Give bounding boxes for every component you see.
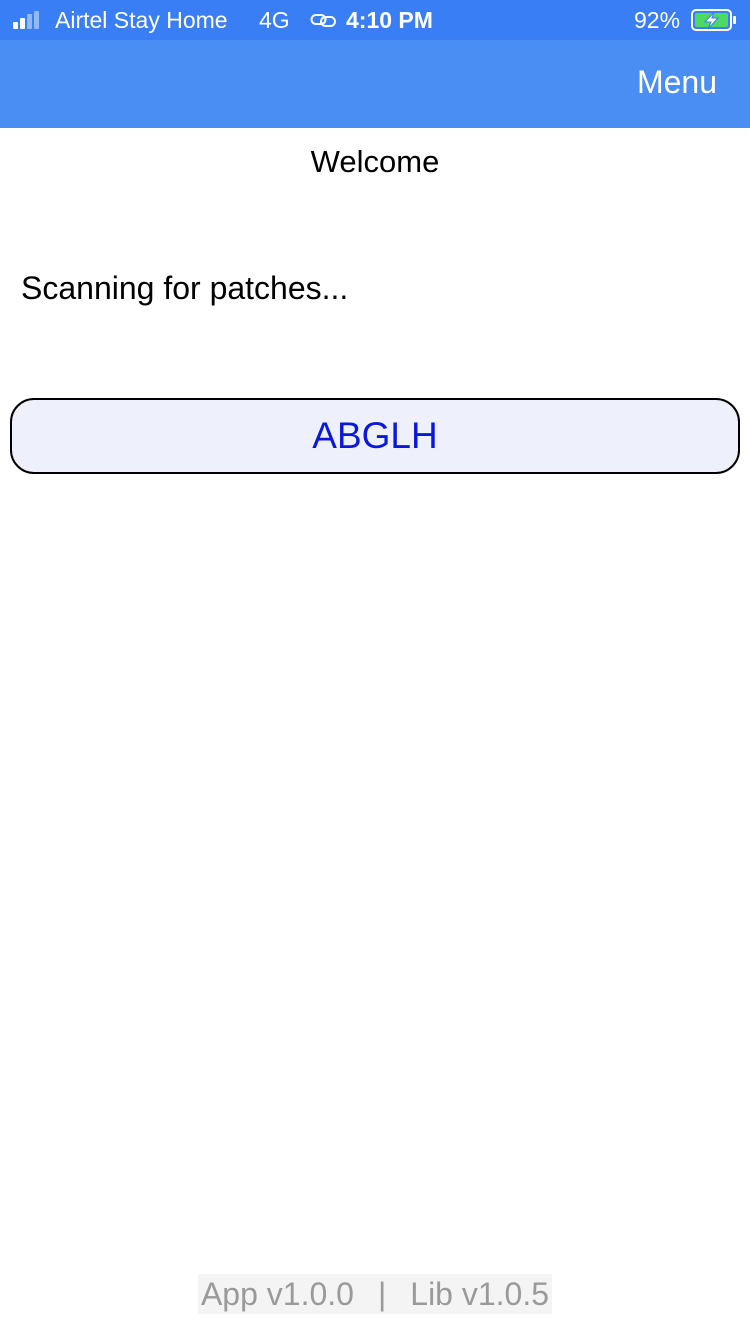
- app-version: App v1.0.0: [200, 1276, 354, 1312]
- device-button-label: ABGLH: [312, 415, 438, 456]
- battery-charging-icon: [691, 9, 736, 31]
- battery-percent: 92%: [634, 7, 681, 33]
- link-icon: [310, 14, 336, 27]
- screen: Airtel Stay Home 4G 4:10 PM 92% Menu Wel…: [0, 0, 750, 1334]
- version-footer: App v1.0.0 | Lib v1.0.5: [198, 1274, 552, 1314]
- scan-status-text: Scanning for patches...: [21, 270, 349, 306]
- carrier-name: Airtel Stay Home: [55, 7, 228, 33]
- lib-version: Lib v1.0.5: [410, 1276, 550, 1312]
- page-title: Welcome: [310, 144, 440, 179]
- network-type: 4G: [259, 7, 290, 33]
- menu-button[interactable]: Menu: [637, 64, 717, 101]
- version-separator: |: [377, 1276, 387, 1312]
- signal-icon: [13, 11, 47, 29]
- clock: 4:10 PM: [346, 7, 433, 33]
- device-button[interactable]: ABGLH: [10, 398, 740, 474]
- navigation-bar: Menu: [0, 40, 750, 128]
- status-bar: Airtel Stay Home 4G 4:10 PM 92%: [0, 0, 750, 40]
